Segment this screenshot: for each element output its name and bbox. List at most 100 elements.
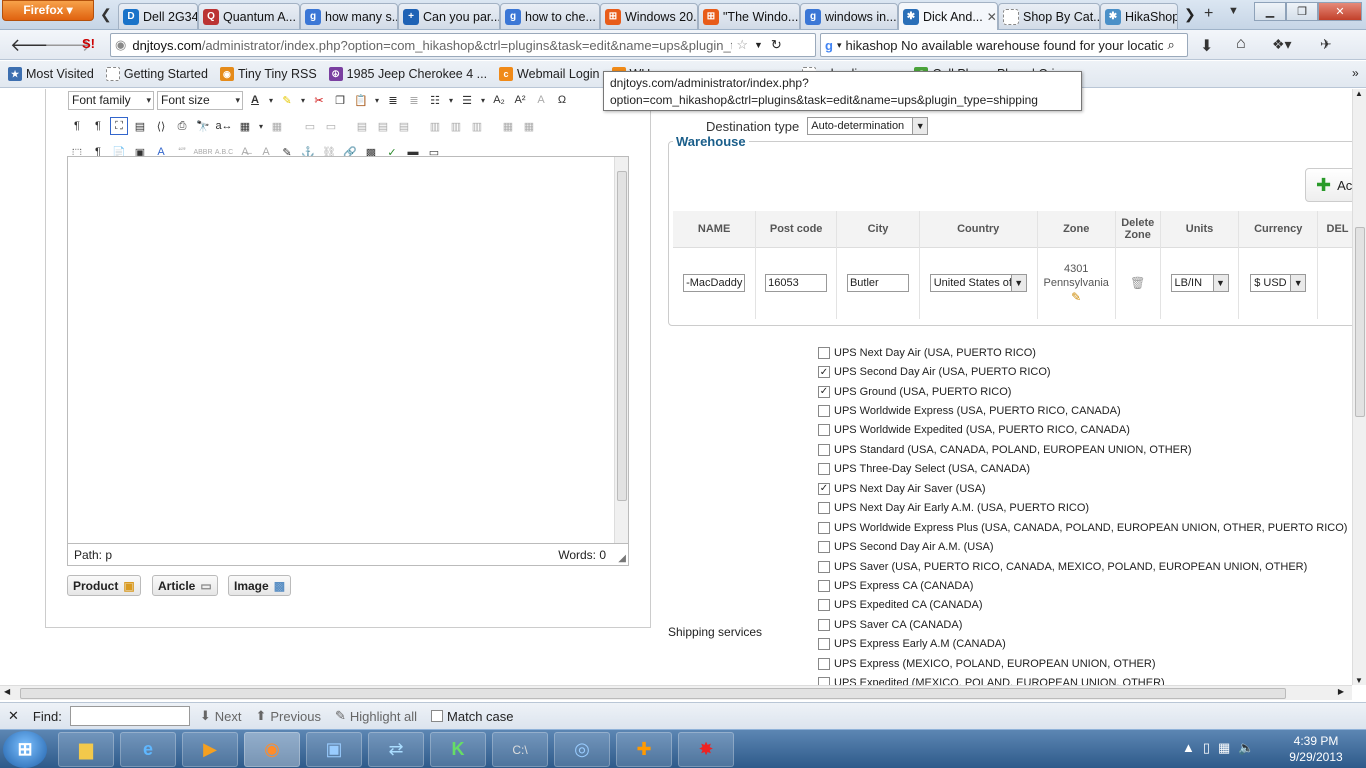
numbered-list-icon[interactable]: ☷ xyxy=(426,91,444,109)
shipping-service-item[interactable]: UPS Worldwide Express (USA, PUERTO RICO,… xyxy=(818,401,1347,420)
special-char-icon[interactable]: Ω xyxy=(553,91,571,109)
table-row-after-icon[interactable]: ▭ xyxy=(322,117,340,135)
subscript-icon[interactable]: A₂ xyxy=(490,91,508,109)
shipping-service-item[interactable]: UPS Worldwide Expedited (USA, PUERTO RIC… xyxy=(818,421,1347,440)
app-splat-taskbar-icon[interactable]: ✸ xyxy=(678,732,734,767)
network-taskbar-icon[interactable]: ⇄ xyxy=(368,732,424,767)
rtl-icon[interactable]: ¶ xyxy=(89,117,107,135)
shipping-service-item[interactable]: UPS Next Day Air Early A.M. (USA, PUERTO… xyxy=(818,499,1347,518)
currency-select[interactable]: $ USD ▼ xyxy=(1250,274,1307,293)
fullscreen-icon[interactable]: ⛶ xyxy=(110,117,128,135)
shipping-service-item[interactable]: ✓ UPS Ground (USA, PUERTO RICO) xyxy=(818,382,1347,401)
destination-type-select[interactable]: Auto-determination ▼ xyxy=(807,117,929,135)
bullet-list-icon[interactable]: ☰ xyxy=(458,91,476,109)
start-button[interactable]: ⊞ xyxy=(3,731,47,768)
tab-8[interactable]: ✱ Dick And... ✕ xyxy=(898,2,998,30)
text-color-icon[interactable]: A xyxy=(246,91,264,109)
home-icon[interactable]: ⌂ xyxy=(1236,35,1246,53)
toolbox-taskbar-icon[interactable]: ✚ xyxy=(616,732,672,767)
thunderbird-taskbar-icon[interactable]: ◎ xyxy=(554,732,610,767)
table-col-after-icon[interactable]: ▥ xyxy=(447,117,465,135)
page-horizontal-scrollbar[interactable]: ◀ ▶ xyxy=(0,685,1352,700)
table-cell-icon[interactable]: ▦ xyxy=(520,117,538,135)
reload-icon[interactable]: ↻ xyxy=(771,37,782,53)
scroll-down-icon[interactable]: ▼ xyxy=(1355,676,1363,685)
post-code-input[interactable]: 16053 xyxy=(765,274,828,293)
tab-7[interactable]: g windows in... xyxy=(800,3,898,29)
chevron-down-icon[interactable]: ▾ xyxy=(373,91,381,109)
media-player-taskbar-icon[interactable]: ▶ xyxy=(182,732,238,767)
template-icon[interactable]: ▤ xyxy=(131,117,149,135)
komodo-taskbar-icon[interactable]: K xyxy=(430,732,486,767)
service-checkbox[interactable]: ✓ xyxy=(818,482,830,495)
service-checkbox[interactable] xyxy=(818,502,830,515)
url-bar[interactable]: ◉ dnjtoys.com/administrator/index.php?op… xyxy=(110,33,816,57)
match-case-box[interactable] xyxy=(431,710,444,722)
chevron-down-icon[interactable]: ▾ xyxy=(257,117,265,135)
volume-icon[interactable]: 🔈 xyxy=(1238,740,1254,756)
chevron-down-icon[interactable]: ▾ xyxy=(267,91,275,109)
bookmarks-menu-icon[interactable]: ❖▾ xyxy=(1272,36,1292,53)
shipping-service-item[interactable]: ✓ UPS Second Day Air (USA, PUERTO RICO) xyxy=(818,362,1347,381)
page-scrollbar-thumb[interactable] xyxy=(1355,227,1365,417)
tab-scroll-left-icon[interactable]: ❮ xyxy=(100,6,112,23)
match-case-checkbox[interactable]: Match case xyxy=(431,709,514,724)
bookmark-1[interactable]: Getting Started xyxy=(102,67,212,81)
table-split-icon[interactable]: ▤ xyxy=(395,117,413,135)
shipping-service-item[interactable]: UPS Saver CA (CANADA) xyxy=(818,615,1347,634)
shipping-service-item[interactable]: UPS Next Day Air (USA, PUERTO RICO) xyxy=(818,343,1347,362)
clock[interactable]: 4:39 PM 9/29/2013 xyxy=(1288,733,1344,765)
editor-scrollbar[interactable] xyxy=(614,157,628,543)
resize-handle-icon[interactable]: ◢ xyxy=(618,553,626,564)
ltr-icon[interactable]: ¶ xyxy=(68,117,86,135)
find-next-button[interactable]: ⬇ Next xyxy=(200,708,242,724)
outdent-icon[interactable]: ≣ xyxy=(405,91,423,109)
path-value[interactable]: p xyxy=(105,548,112,562)
shipping-service-item[interactable]: UPS Express CA (CANADA) xyxy=(818,576,1347,595)
service-checkbox[interactable] xyxy=(818,424,830,437)
bookmark-0[interactable]: ★ Most Visited xyxy=(4,67,98,81)
service-checkbox[interactable]: ✓ xyxy=(818,385,830,398)
new-tab-icon[interactable]: + xyxy=(1204,5,1213,23)
service-checkbox[interactable] xyxy=(818,677,830,685)
highlight-all-button[interactable]: ✎ Highlight all xyxy=(335,708,417,724)
units-select[interactable]: LB/IN ▼ xyxy=(1170,274,1229,293)
download-icon[interactable]: ⬇ xyxy=(1200,36,1213,56)
page-vertical-scrollbar[interactable]: ▲ ▼ xyxy=(1352,89,1366,685)
shipping-service-item[interactable]: ✓ UPS Next Day Air Saver (USA) xyxy=(818,479,1347,498)
bookmark-4[interactable]: c Webmail Login xyxy=(495,67,603,81)
firefox-taskbar-icon[interactable]: ◉ xyxy=(244,732,300,767)
tab-scroll-right-icon[interactable]: ❯ xyxy=(1184,6,1196,23)
shipping-service-item[interactable]: UPS Expedited CA (CANADA) xyxy=(818,596,1347,615)
editor-scrollbar-thumb[interactable] xyxy=(617,171,627,501)
replace-icon[interactable]: a↔ xyxy=(215,117,233,135)
tray-expand-icon[interactable]: ▲ xyxy=(1182,740,1195,756)
country-select[interactable]: United States of ▼ xyxy=(929,274,1027,293)
site-identity-icon[interactable]: S! xyxy=(82,36,95,51)
service-checkbox[interactable] xyxy=(818,541,830,554)
maximize-icon[interactable]: ❐ xyxy=(1286,2,1318,21)
print-icon[interactable]: ⎙ xyxy=(173,117,191,135)
table-row-before-icon[interactable]: ▭ xyxy=(301,117,319,135)
chevron-down-icon[interactable]: ▾ xyxy=(447,91,455,109)
service-checkbox[interactable] xyxy=(818,638,830,651)
table-props-icon[interactable]: ▦ xyxy=(499,117,517,135)
scroll-up-icon[interactable]: ▲ xyxy=(1355,89,1363,98)
chevron-down-icon[interactable]: ▾ xyxy=(837,40,842,51)
bookmark-3[interactable]: ☮ 1985 Jeep Cherokee 4 ... xyxy=(325,67,491,81)
dropdown-icon[interactable]: ▼ xyxy=(754,40,763,50)
add-warehouse-button[interactable]: ✚ Ac xyxy=(1305,168,1352,202)
indent-icon[interactable]: ≣ xyxy=(384,91,402,109)
tab-2[interactable]: g how many s... xyxy=(300,3,398,29)
bookmarks-overflow-icon[interactable]: » xyxy=(1352,66,1359,80)
table-col-before-icon[interactable]: ▥ xyxy=(426,117,444,135)
highlight-icon[interactable]: ✎ xyxy=(278,91,296,109)
minimize-icon[interactable]: ▁ xyxy=(1254,2,1286,21)
cut-icon[interactable]: ✂ xyxy=(310,91,328,109)
html-source-icon[interactable]: ⟨⟩ xyxy=(152,117,170,135)
tab-4[interactable]: g how to che... xyxy=(500,3,600,29)
shipping-service-item[interactable]: UPS Express Early A.M (CANADA) xyxy=(818,635,1347,654)
bookmark-star-icon[interactable]: ☆ xyxy=(736,37,748,53)
network-icon[interactable]: ▦ xyxy=(1218,740,1230,756)
close-find-icon[interactable]: ✕ xyxy=(8,708,19,724)
